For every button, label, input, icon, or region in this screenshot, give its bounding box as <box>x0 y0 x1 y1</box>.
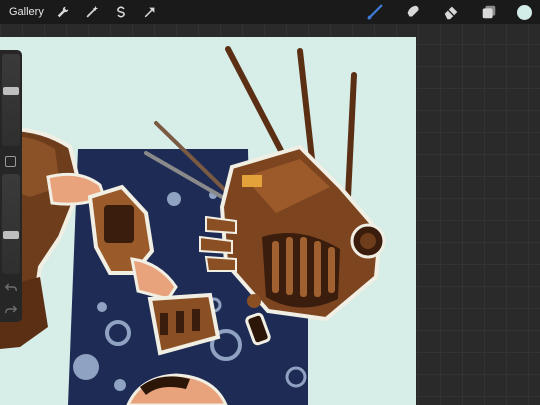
selection-button[interactable] <box>112 3 130 21</box>
artwork-robot-claw <box>199 235 233 255</box>
smudge-tool[interactable] <box>403 2 423 22</box>
undo-button[interactable] <box>4 280 18 294</box>
adjustments-button[interactable] <box>83 3 101 21</box>
left-sidebar <box>0 50 22 322</box>
artwork-robot-claw <box>205 215 237 235</box>
gallery-button[interactable]: Gallery <box>9 6 44 18</box>
brush-size-slider[interactable] <box>2 54 20 146</box>
modify-button[interactable] <box>5 156 16 167</box>
brush-size-handle[interactable] <box>3 87 19 95</box>
color-picker-swatch[interactable] <box>517 4 532 20</box>
artwork-robot-claw <box>204 255 237 272</box>
transform-button[interactable] <box>141 3 159 21</box>
top-toolbar: Gallery <box>0 0 540 24</box>
wrench-icon <box>57 6 69 18</box>
artwork-robot-light <box>242 175 262 187</box>
artwork-bubble <box>73 354 99 380</box>
redo-button[interactable] <box>4 302 18 316</box>
selection-s-icon <box>116 6 125 18</box>
transform-arrow-icon <box>144 7 155 18</box>
redo-icon <box>5 305 18 314</box>
artwork-bubble <box>97 302 107 312</box>
opacity-slider[interactable] <box>2 174 20 274</box>
smudge-icon <box>407 5 419 17</box>
artwork-bubble <box>167 192 181 206</box>
brush-icon <box>367 4 383 20</box>
eraser-tool[interactable] <box>441 2 461 22</box>
layers-icon <box>482 5 496 19</box>
artwork-antenna <box>345 72 357 200</box>
undo-icon <box>4 283 17 292</box>
brush-tool[interactable] <box>365 2 385 22</box>
layers-button[interactable] <box>479 2 499 22</box>
right-toolset <box>347 0 536 24</box>
drawing-canvas[interactable] <box>0 37 416 405</box>
artwork-wrist-screen <box>104 205 134 243</box>
artwork <box>0 46 386 405</box>
eraser-icon <box>444 6 458 20</box>
opacity-handle[interactable] <box>3 231 19 239</box>
actions-button[interactable] <box>54 3 72 21</box>
magic-wand-icon <box>86 5 98 18</box>
artwork-bubble <box>114 379 126 391</box>
